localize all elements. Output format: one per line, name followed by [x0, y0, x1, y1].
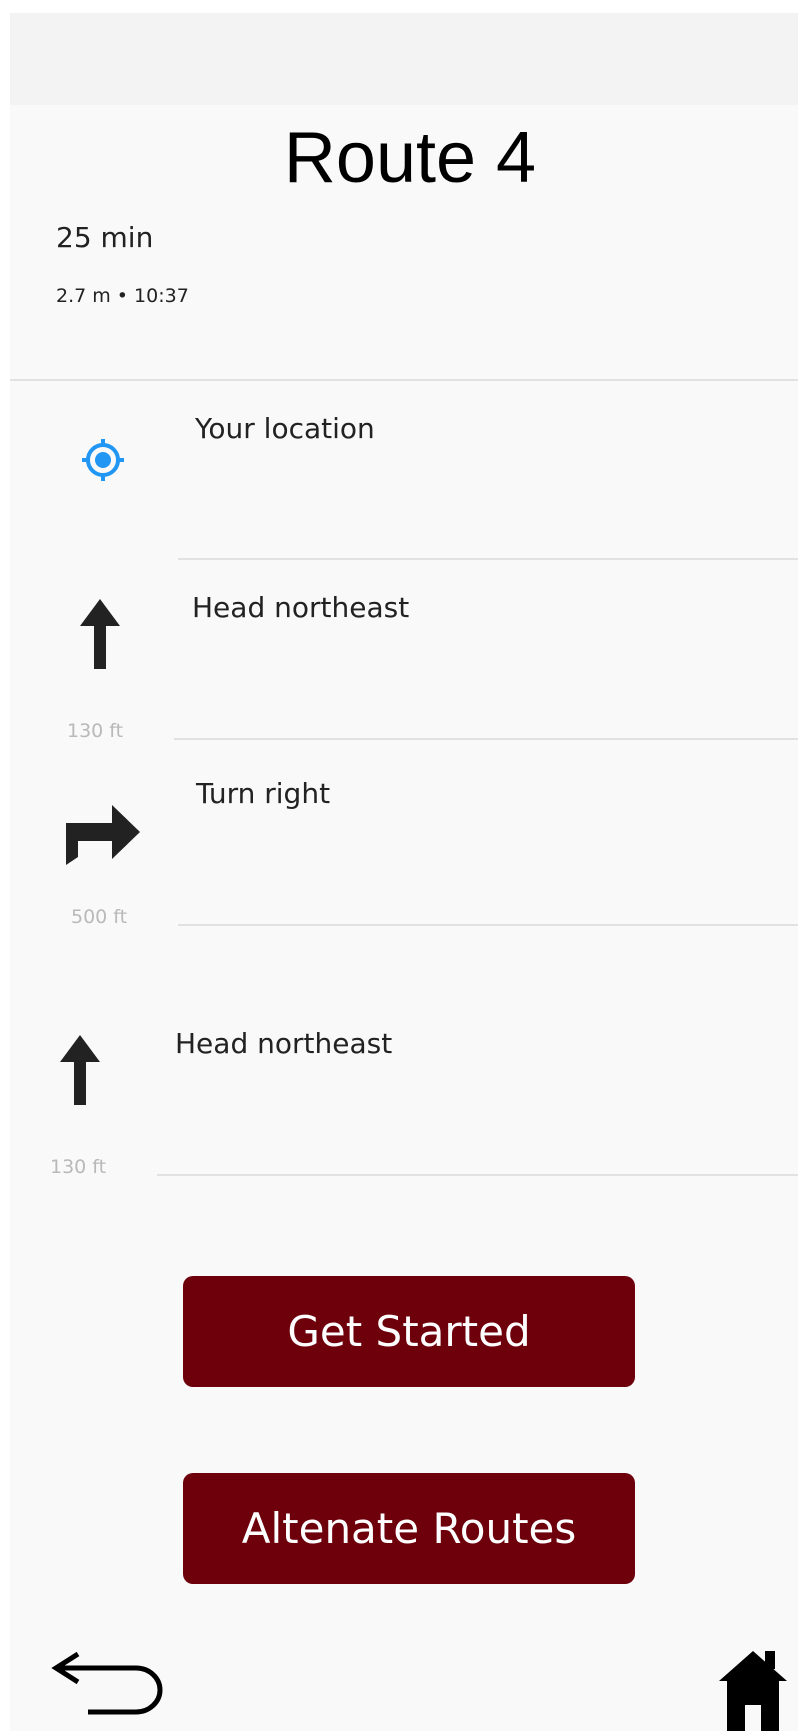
step-divider	[178, 924, 798, 926]
turn-right-icon	[66, 805, 140, 865]
home-icon	[719, 1651, 787, 1731]
step-label: Head northeast	[175, 1027, 393, 1060]
step-divider	[157, 1174, 798, 1176]
arrow-up-icon	[80, 599, 120, 669]
step-divider	[178, 558, 798, 560]
alternate-routes-button[interactable]: Altenate Routes	[183, 1473, 635, 1584]
step-distance: 500 ft	[71, 906, 128, 928]
route-summary: 2.7 m • 10:37	[56, 285, 189, 307]
get-started-button[interactable]: Get Started	[183, 1276, 635, 1387]
step-distance: 130 ft	[50, 1156, 107, 1178]
status-bar	[10, 13, 798, 105]
step-label: Head northeast	[192, 591, 410, 624]
step-divider	[174, 738, 798, 740]
route-duration: 25 min	[56, 221, 154, 254]
back-button[interactable]	[48, 1648, 168, 1718]
step-distance: 130 ft	[67, 720, 124, 742]
my-location-icon	[82, 439, 124, 481]
page-title: Route 4	[283, 118, 537, 198]
back-arrow-icon	[51, 1651, 163, 1715]
home-button[interactable]	[717, 1647, 789, 1731]
step-label: Turn right	[196, 777, 331, 810]
route-details-screen: Route 4 25 min 2.7 m • 10:37 Your locati…	[10, 13, 798, 1731]
step-label: Your location	[195, 412, 375, 445]
header-divider	[10, 379, 798, 381]
arrow-up-icon	[60, 1035, 100, 1105]
